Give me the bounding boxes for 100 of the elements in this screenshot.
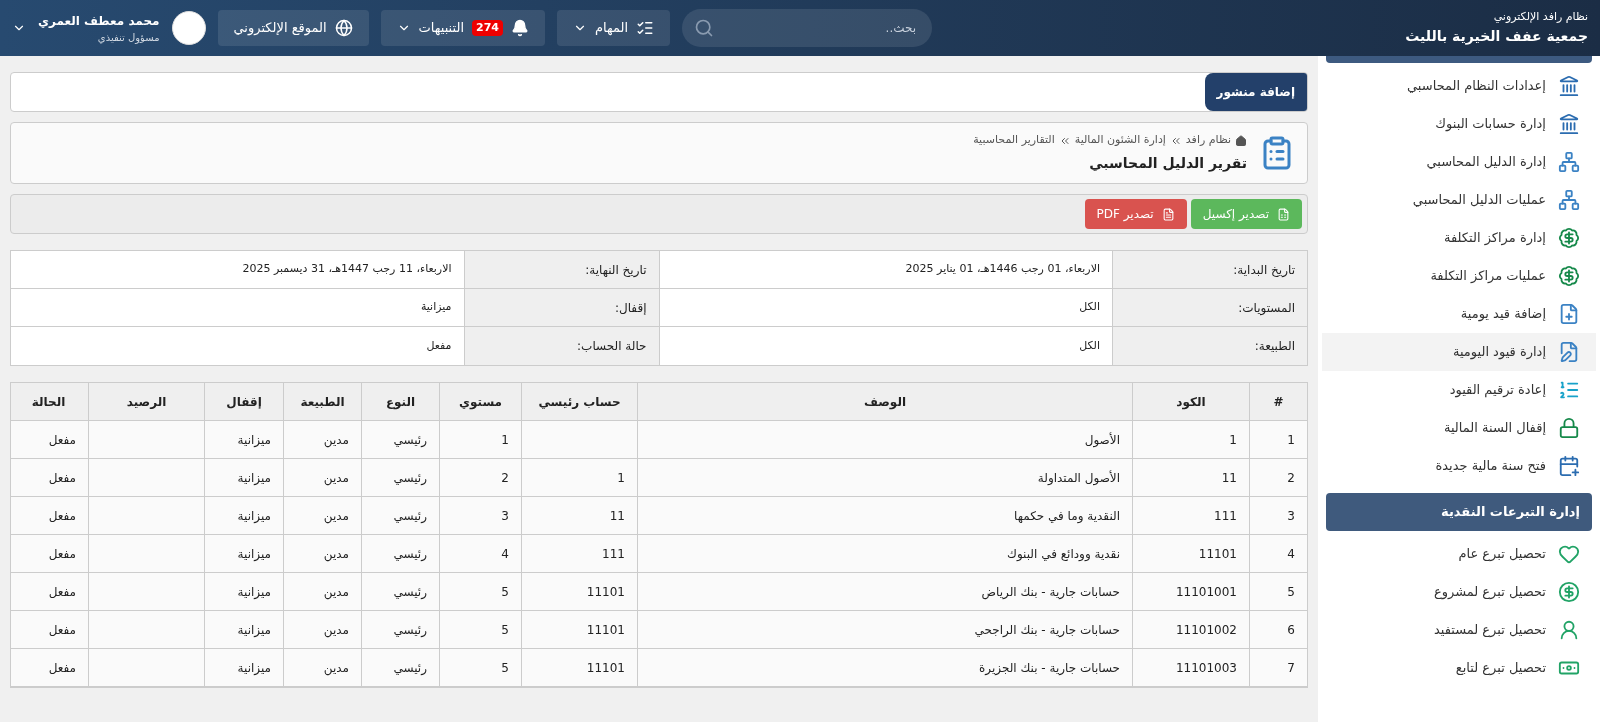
sidebar-item[interactable]: تحصيل تبرع عام [1322,535,1596,573]
menu-icon [1558,151,1580,173]
table-cell-text: مفعل [47,431,77,449]
table-cell: 11 [1132,459,1249,496]
sidebar-item[interactable]: تحصيل تبرع لمشروع [1322,573,1596,611]
add-post-button[interactable]: إضافة منشور [1204,73,1307,111]
table-cell: ميزانية [204,459,283,496]
sidebar-item[interactable]: تحصيل تبرع لتابع [1322,649,1596,687]
avatar[interactable] [171,11,206,45]
sidebar-item[interactable]: فتح سنة مالية جديدة [1322,447,1596,485]
column-header: حساب رئيسي [521,383,637,420]
table-cell: رئيسي [361,611,439,648]
table-cell: 11101 [1132,535,1249,572]
sidebar-item[interactable]: إدارة الدليل المحاسبي [1322,143,1596,181]
table-cell: مدين [283,611,361,648]
section-header[interactable]: إدارة التبرعات النقدية [1326,493,1592,531]
filter-label: الطبيعة: [1112,327,1307,365]
menu-icon [1558,303,1580,325]
tasks-button[interactable]: المهام [557,10,671,46]
menu-icon [1558,619,1580,641]
column-header: الكود [1132,383,1249,420]
table-cell: 2 [439,459,521,496]
column-header: الطبيعة [283,383,361,420]
table-cell: رئيسي [361,497,439,534]
export-button[interactable]: تصدير PDF [1084,199,1187,229]
column-header: النوع [361,383,439,420]
table-cell: مدين [283,573,361,610]
table-cell: 5 [439,649,521,686]
table-cell: ميزانية [204,497,283,534]
menu-icon [1558,417,1580,439]
menu-icon [1558,581,1580,603]
system-name: نظام رافد الإلكتروني [1493,9,1588,26]
sidebar-item[interactable]: إدارة قيود اليومية [1322,333,1596,371]
table-cell: 11101 [521,611,637,648]
table-cell: 3 [439,497,521,534]
filter-value: ميزانية [419,299,453,316]
filter-label: المستويات: [1112,289,1307,326]
sidebar-item[interactable]: إدارة حسابات البنوك [1322,105,1596,143]
table-cell: 11101 [521,649,637,686]
breadcrumb-link[interactable]: نظام رافد [1185,132,1231,149]
filter-value: مفعل [425,337,453,354]
table-cell-text: مفعل [47,545,77,563]
table-cell: 5 [1249,573,1307,610]
table-cell: 1 [439,421,521,458]
filter-label: حالة الحساب: [463,327,659,365]
table-cell: مدين [283,535,361,572]
column-header: الحالة [30,393,67,411]
breadcrumb-link[interactable]: التقارير المحاسبية [973,132,1055,149]
sidebar-item[interactable]: عمليات الدليل المحاسبي [1322,181,1596,219]
filter-value: الاربعاء، 11 رجب 1447هـ، 31 ديسمبر 2025 [241,261,453,278]
sidebar-item[interactable]: إعادة ترقيم القيود [1322,371,1596,409]
column-header: مستوي [439,383,521,420]
menu-icon [1558,189,1580,211]
alerts-label: التنبيهات [418,19,465,38]
filter-label: تاريخ النهاية: [463,251,659,288]
menu-icon [1558,379,1580,401]
column-header: # [1249,383,1307,420]
checklist-icon [636,19,655,37]
table-cell: ميزانية [204,611,283,648]
table-cell: 7 [1249,649,1307,686]
table-cell: 2 [1249,459,1307,496]
table-cell: الأصول [637,421,1132,458]
column-header: الرصيد [88,383,204,420]
table-cell: 1 [521,459,637,496]
breadcrumb-link[interactable]: إدارة الشئون المالية [1074,132,1166,149]
table-cell: 11101 [521,573,637,610]
table-cell: حسابات جارية - بنك الجزيرة [637,649,1132,686]
table-cell: 11 [521,497,637,534]
table-cell: رئيسي [361,421,439,458]
table-cell: رئيسي [361,573,439,610]
table-cell: ميزانية [204,421,283,458]
table-cell: 11101002 [1132,611,1249,648]
table-cell: مدين [283,497,361,534]
table-cell-text: مفعل [47,659,77,677]
table-cell: ميزانية [204,649,283,686]
alerts-count: 274 [472,19,503,37]
sidebar-item[interactable]: تحصيل تبرع لمستفيد [1322,611,1596,649]
menu-icon [1558,265,1580,287]
file-icon [1277,207,1290,221]
sidebar-item[interactable]: إقفال السنة المالية [1322,409,1596,447]
menu-icon [1558,455,1580,477]
table-cell: 111 [1132,497,1249,534]
table-cell: 3 [1249,497,1307,534]
search-icon [694,18,715,38]
sidebar-item[interactable]: إدارة مراكز التكلفة [1322,219,1596,257]
table-cell: 111 [521,535,637,572]
website-button[interactable]: الموقع الإلكتروني [217,10,369,46]
sidebar-item[interactable]: إعدادات النظام المحاسبي [1322,67,1596,105]
table-cell: 1 [1249,421,1307,458]
table-cell: رئيسي [361,649,439,686]
table-cell: النقدية وما في حكمها [637,497,1132,534]
sidebar-item[interactable]: عمليات مراكز التكلفة [1322,257,1596,295]
table-cell: 6 [1249,611,1307,648]
table-cell: حسابات جارية - بنك الرياض [637,573,1132,610]
page-title: تقرير الدليل المحاسبي [1088,153,1247,174]
organization-name: جمعية عفف الخيرية بالليث [1405,26,1588,47]
table-cell: مدين [283,459,361,496]
table-cell: ميزانية [204,535,283,572]
bell-icon [511,19,529,37]
sidebar-item[interactable]: إضافة قيد يومية [1322,295,1596,333]
